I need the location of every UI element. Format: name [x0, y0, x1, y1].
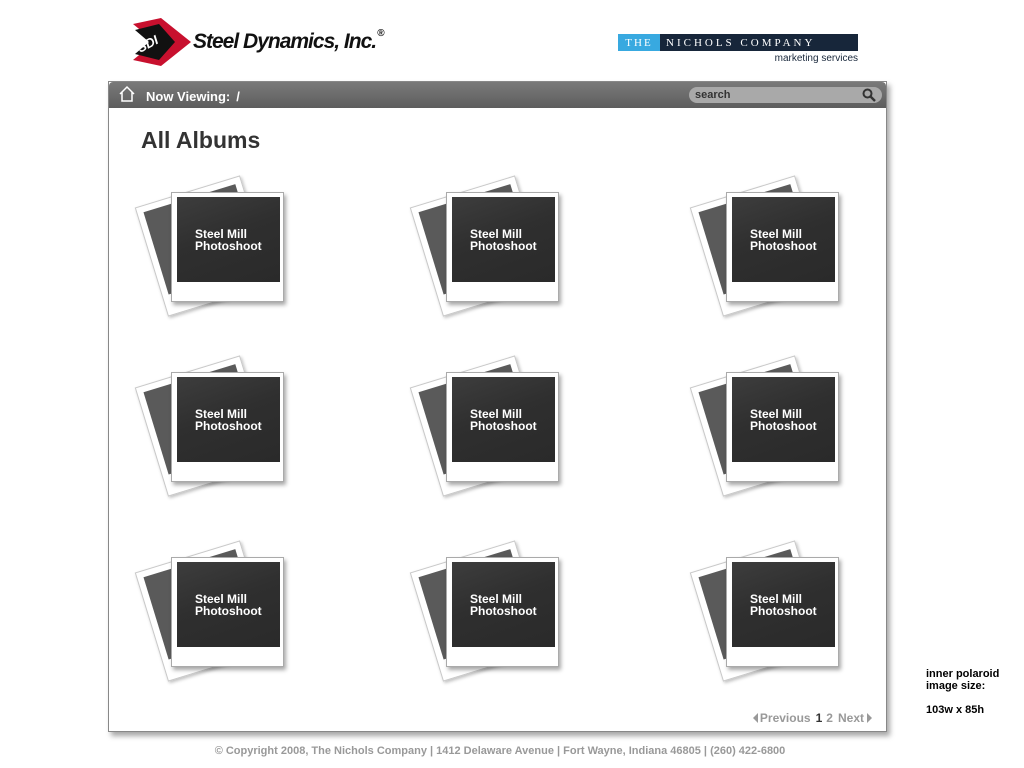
sdi-chevron-mark: SDI	[133, 18, 191, 66]
album-title: Steel Mill Photoshoot	[470, 227, 537, 253]
search-icon[interactable]	[862, 88, 876, 102]
album-card[interactable]: Steel Mill Photoshoot	[409, 540, 574, 694]
sdi-logo: SDI Steel Dynamics, Inc.®	[133, 18, 385, 66]
spec-note-line1: inner polaroid	[926, 668, 1000, 680]
registered-mark: ®	[377, 28, 384, 39]
sdi-company-name: Steel Dynamics, Inc.®	[193, 28, 385, 54]
album-cover-image: Steel Mill Photoshoot	[177, 377, 280, 462]
album-cover-image: Steel Mill Photoshoot	[732, 377, 835, 462]
previous-arrow-icon[interactable]	[752, 713, 758, 723]
polaroid-front: Steel Mill Photoshoot	[446, 372, 559, 482]
nichols-company-name: NICHOLS COMPANY	[660, 34, 858, 51]
album-cover-image: Steel Mill Photoshoot	[177, 562, 280, 647]
album-card[interactable]: Steel Mill Photoshoot	[689, 540, 854, 694]
nichols-the: THE	[618, 34, 660, 51]
previous-link[interactable]: Previous	[760, 711, 811, 725]
album-title: Steel Mill Photoshoot	[470, 407, 537, 433]
polaroid-front: Steel Mill Photoshoot	[726, 372, 839, 482]
album-cover-image: Steel Mill Photoshoot	[452, 377, 555, 462]
album-cover-image: Steel Mill Photoshoot	[732, 197, 835, 282]
now-viewing-label: Now Viewing:	[146, 89, 231, 104]
polaroid-front: Steel Mill Photoshoot	[171, 372, 284, 482]
nichols-tagline: marketing services	[774, 53, 858, 64]
album-cover-image: Steel Mill Photoshoot	[452, 197, 555, 282]
album-title: Steel Mill Photoshoot	[470, 592, 537, 618]
spec-note-size: 103w x 85h	[926, 704, 985, 716]
polaroid-front: Steel Mill Photoshoot	[726, 192, 839, 302]
current-page: 1	[815, 711, 823, 725]
polaroid-front: Steel Mill Photoshoot	[446, 192, 559, 302]
breadcrumb-path[interactable]: /	[236, 89, 240, 104]
album-card[interactable]: Steel Mill Photoshoot	[134, 540, 299, 694]
spec-note: inner polaroid image size: 103w x 85h	[926, 668, 1021, 716]
search-input[interactable]	[695, 87, 855, 103]
polaroid-front: Steel Mill Photoshoot	[171, 557, 284, 667]
gallery-panel: Now Viewing: / All Albums Steel Mill Phot…	[108, 81, 887, 732]
polaroid-front: Steel Mill Photoshoot	[171, 192, 284, 302]
album-card[interactable]: Steel Mill Photoshoot	[689, 175, 854, 329]
album-title: Steel Mill Photoshoot	[750, 407, 817, 433]
now-viewing: Now Viewing: /	[146, 89, 240, 104]
next-arrow-icon[interactable]	[867, 713, 872, 723]
page-2-link[interactable]: 2	[826, 711, 833, 725]
page-title: All Albums	[141, 127, 261, 153]
next-link[interactable]: Next	[838, 711, 864, 725]
album-card[interactable]: Steel Mill Photoshoot	[134, 355, 299, 509]
album-title: Steel Mill Photoshoot	[195, 592, 262, 618]
album-card[interactable]: Steel Mill Photoshoot	[689, 355, 854, 509]
album-card[interactable]: Steel Mill Photoshoot	[409, 355, 574, 509]
album-title: Steel Mill Photoshoot	[750, 592, 817, 618]
pagination: Previous 1 2 Next	[752, 711, 872, 725]
album-cover-image: Steel Mill Photoshoot	[177, 197, 280, 282]
album-title: Steel Mill Photoshoot	[750, 227, 817, 253]
polaroid-front: Steel Mill Photoshoot	[446, 557, 559, 667]
spec-note-line2: image size:	[926, 680, 986, 692]
footer-copyright: © Copyright 2008, The Nichols Company | …	[214, 745, 786, 757]
album-card[interactable]: Steel Mill Photoshoot	[134, 175, 299, 329]
nichols-logo: THE NICHOLS COMPANY marketing services	[618, 34, 858, 66]
sdi-name-text: Steel Dynamics, Inc.	[193, 30, 377, 53]
album-cover-image: Steel Mill Photoshoot	[732, 562, 835, 647]
album-card[interactable]: Steel Mill Photoshoot	[409, 175, 574, 329]
polaroid-front: Steel Mill Photoshoot	[726, 557, 839, 667]
search-box	[689, 87, 882, 103]
album-title: Steel Mill Photoshoot	[195, 407, 262, 433]
top-bar: Now Viewing: /	[109, 82, 886, 108]
home-icon[interactable]	[117, 84, 137, 104]
album-title: Steel Mill Photoshoot	[195, 227, 262, 253]
album-cover-image: Steel Mill Photoshoot	[452, 562, 555, 647]
